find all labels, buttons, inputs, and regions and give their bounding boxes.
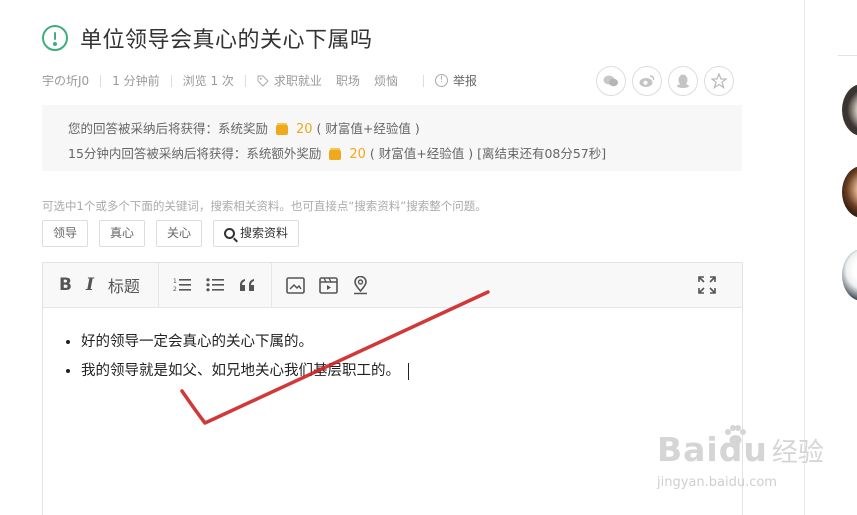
weibo-icon[interactable] [632, 66, 662, 96]
question-meta: 宇の圻J0 1 分钟前 浏览 1 次 求职就业 职场 烦恼 ! 举报 [42, 72, 477, 89]
keyword-button[interactable]: 真心 [99, 220, 146, 247]
reward-text: 您的回答被采纳后将获得：系统奖励 [68, 121, 269, 136]
list-item-text: 好的领导一定会真心的关心下属的。 [81, 334, 313, 350]
ordered-list-icon[interactable]: 1 2 [173, 277, 192, 293]
video-icon[interactable] [319, 276, 338, 294]
question-status-icon [42, 25, 68, 51]
editor-toolbar: B I 标题 1 2 [43, 262, 742, 308]
view-count: 浏览 1 次 [182, 74, 234, 88]
watermark-brand-cn: 经验 [771, 438, 824, 468]
favorite-star-icon[interactable] [704, 66, 734, 96]
list-item: 我的领导就是如父、如兄地关心我们基层职工的。 [81, 357, 722, 386]
watermark-url: jingyan.baidu.com [657, 475, 777, 490]
reward-line: 您的回答被采纳后将获得：系统奖励 20 ( 财富值+经验值 ) [68, 117, 716, 142]
bold-button[interactable]: B [59, 275, 72, 295]
list-item-text: 我的领导就是如父、如兄地关心我们基层职工的。 [81, 363, 400, 379]
image-icon[interactable] [286, 276, 305, 294]
author-link[interactable]: 宇の圻J0 [42, 72, 89, 89]
avatar[interactable] [842, 166, 857, 218]
answer-editor: B I 标题 1 2 • 好的领导一定会真心的关心下属的。 • 我的领导就是如父… [42, 262, 743, 515]
reward-suffix: ( 财富值+经验值 ) [离结束还有08分57秒] [369, 146, 607, 161]
tag-link[interactable]: 求职就业 [274, 72, 322, 89]
fullscreen-icon[interactable] [698, 276, 716, 294]
keyword-button[interactable]: 领导 [42, 220, 89, 247]
divider [100, 74, 102, 87]
svg-text:2: 2 [173, 286, 177, 293]
divider [422, 74, 424, 87]
keyword-button[interactable]: 关心 [156, 220, 203, 247]
reward-suffix: ( 财富值+经验值 ) [316, 121, 420, 136]
toolbar-divider [270, 262, 272, 308]
tag-link[interactable]: 烦恼 [374, 72, 398, 89]
location-icon[interactable] [352, 275, 369, 295]
reward-amount: 20 [295, 122, 313, 137]
report-icon: ! [434, 74, 448, 87]
tag-icon [257, 75, 269, 87]
list-item: 好的领导一定会真心的关心下属的。 [81, 328, 722, 357]
share-bar [590, 66, 734, 96]
keyword-row: 领导 真心 关心 搜索资料 [42, 220, 310, 247]
wechat-icon[interactable] [596, 66, 626, 96]
italic-button[interactable]: I [86, 275, 94, 295]
post-time: 1 分钟前 [112, 74, 160, 88]
question-header: 单位领导会真心的关心下属吗 [42, 22, 373, 54]
coin-icon [329, 149, 342, 160]
quote-icon[interactable] [239, 278, 257, 292]
reward-notice: 您的回答被采纳后将获得：系统奖励 20 ( 财富值+经验值 ) 15分钟内回答被… [42, 105, 742, 171]
text-cursor [408, 362, 409, 380]
toolbar-divider [157, 262, 159, 308]
editor-content[interactable]: 好的领导一定会真心的关心下属的。 我的领导就是如父、如兄地关心我们基层职工的。 [43, 308, 742, 386]
divider [244, 74, 246, 87]
qq-icon[interactable] [668, 66, 698, 96]
svg-text:1: 1 [173, 278, 177, 285]
search-label: 搜索资料 [240, 226, 289, 240]
unordered-list-icon[interactable] [206, 277, 225, 293]
divider [170, 74, 172, 87]
tag-link[interactable]: 职场 [336, 72, 360, 89]
question-title: 单位领导会真心的关心下属吗 [80, 28, 373, 53]
watermark-brand: Baidu [657, 430, 768, 469]
keyword-hint: 可选中1个或多个下面的关键词，搜索相关资料。也可直接点“搜索资料”搜索整个问题。 [42, 199, 487, 213]
avatar[interactable] [842, 249, 857, 301]
reward-amount: 20 [349, 147, 366, 162]
report-link[interactable]: 举报 [453, 72, 477, 89]
reward-text: 15分钟内回答被采纳后将获得：系统额外奖励 [68, 146, 322, 161]
heading-button[interactable]: 标题 [108, 273, 140, 297]
watermark: Baidu 经验 jingyan.baidu.com [657, 425, 824, 490]
sidebar-divider [838, 55, 857, 56]
avatar[interactable] [842, 84, 857, 136]
search-material-button[interactable]: 搜索资料 [213, 220, 300, 247]
search-icon [224, 228, 236, 239]
bonus-reward-line: 15分钟内回答被采纳后将获得：系统额外奖励 20 ( 财富值+经验值 ) [离结… [68, 142, 716, 167]
coin-icon [276, 124, 288, 135]
